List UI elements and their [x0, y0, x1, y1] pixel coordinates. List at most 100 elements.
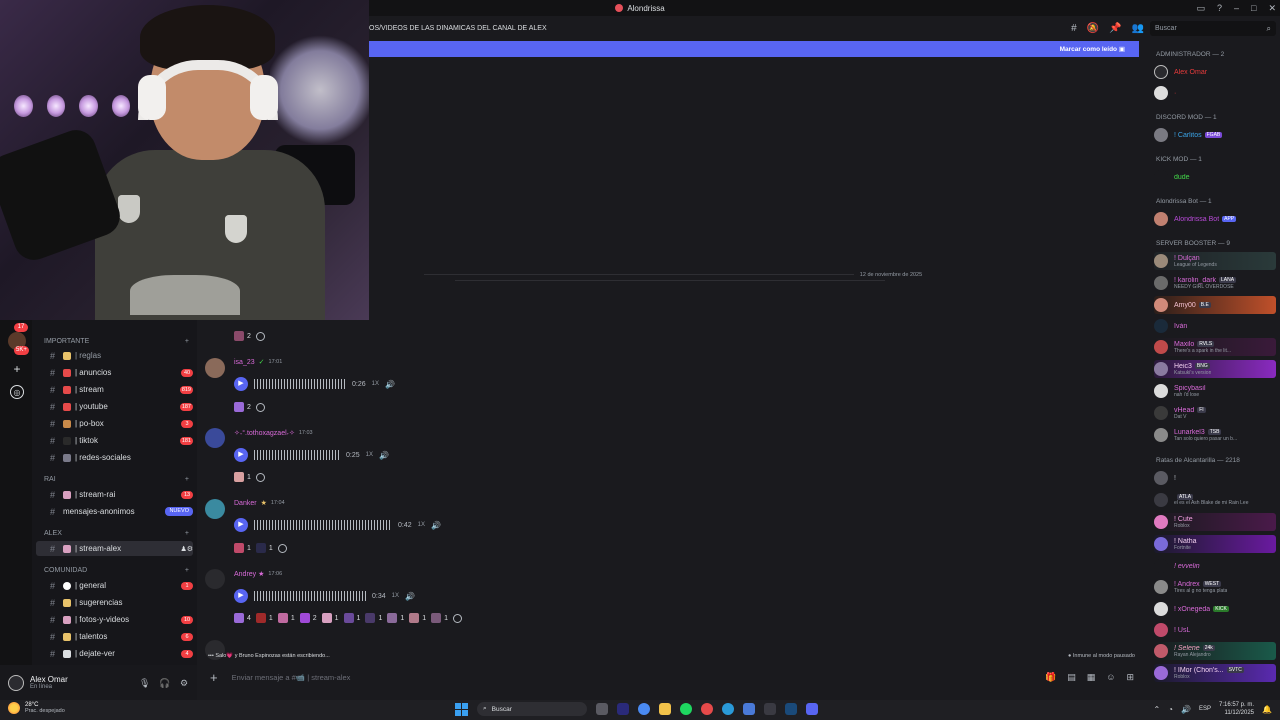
reaction[interactable]: 2 [299, 613, 317, 623]
reaction[interactable]: 1 [255, 613, 273, 623]
new-messages-banner[interactable]: Marcar como leído ▣ [369, 41, 1139, 57]
channel-talentos[interactable]: # | talentos 6 [36, 629, 193, 644]
author-name[interactable]: Danker [234, 500, 257, 507]
member-item[interactable]: ! Cute Roblox [1154, 513, 1276, 531]
add-server-icon[interactable]: + [10, 362, 24, 376]
invite-icon[interactable]: ♟⚙ [180, 545, 193, 553]
channel-sugerencias[interactable]: # | sugerencias [36, 595, 193, 610]
weather-widget[interactable]: 28°C Prac. despejado [8, 702, 65, 714]
play-icon[interactable]: ▶ [234, 377, 248, 391]
minimize-button[interactable]: – [1234, 3, 1239, 13]
notifications-icon[interactable]: 🔕 [1087, 23, 1099, 34]
member-item[interactable]: Spicybasil nah i'd lose [1154, 382, 1276, 400]
reaction[interactable]: 1 [343, 613, 360, 623]
chevron-up-icon[interactable]: ⌃ [1153, 705, 1160, 714]
add-reaction-icon[interactable] [255, 402, 265, 412]
upload-icon[interactable]: + [210, 670, 218, 685]
channel-po-box[interactable]: # | po-box 3 [36, 416, 193, 431]
channel-dejate-ver[interactable]: # | dejate-ver 4 [36, 646, 193, 661]
avatar[interactable] [8, 674, 24, 691]
member-item[interactable]: Amy00 B.E [1154, 296, 1276, 314]
discover-icon[interactable]: ◎ [10, 385, 24, 399]
member-item[interactable]: ! UsL [1154, 621, 1276, 639]
spotify-icon[interactable] [680, 703, 692, 715]
discord-icon[interactable] [806, 703, 818, 715]
member-item[interactable]: · [1154, 84, 1276, 102]
reaction[interactable]: 1 [387, 613, 404, 623]
member-item[interactable]: Lunarkel3 TSB Tan solo quiero pasar un b..… [1154, 426, 1276, 444]
speed-button[interactable]: 1X [372, 381, 379, 387]
reaction[interactable]: 1 [234, 543, 251, 553]
reaction[interactable]: 1 [365, 613, 382, 623]
play-icon[interactable]: ▶ [234, 589, 248, 603]
channel-stream[interactable]: # | stream 819 [36, 382, 193, 397]
reaction[interactable]: 4 [234, 613, 251, 623]
reaction[interactable]: 1 [431, 613, 448, 623]
store-icon[interactable] [743, 703, 755, 715]
reaction[interactable]: 1 [234, 472, 251, 482]
member-item[interactable]: Heic3 BNG Katsuki's version [1154, 360, 1276, 378]
search-input[interactable] [1155, 25, 1267, 32]
avatar[interactable] [205, 499, 225, 519]
taskbar-search[interactable]: ⌕ Buscar [477, 702, 587, 716]
reaction[interactable]: 2 [234, 402, 251, 412]
add-reaction-icon[interactable] [277, 543, 287, 553]
premiere-icon[interactable] [617, 703, 629, 715]
members-icon[interactable]: 👥 [1132, 23, 1144, 34]
member-item[interactable]: ! Carlitos FGAB [1154, 126, 1276, 144]
maximize-button[interactable]: □ [1251, 3, 1256, 13]
reaction[interactable]: 1 [321, 613, 339, 623]
headphones-icon[interactable]: 🎧 [159, 678, 170, 688]
add-reaction-icon[interactable] [255, 472, 265, 482]
member-item[interactable]: ! karolin_dark LANA NEEDY GIRL OVERDOSE [1154, 274, 1276, 292]
steam-icon[interactable] [785, 703, 797, 715]
avatar[interactable] [205, 428, 225, 448]
channel-stream-rai[interactable]: # | stream-rai 13 [36, 487, 193, 502]
volume-icon[interactable]: 🔊 [379, 451, 389, 460]
member-item[interactable]: dude [1154, 168, 1276, 186]
member-item[interactable]: ! Selene 24k Rayan Alejandro [1154, 642, 1276, 660]
task-view-icon[interactable] [596, 703, 608, 715]
waveform[interactable] [254, 591, 366, 601]
add-reaction-icon[interactable] [453, 613, 463, 623]
member-item[interactable]: vHead FI Dat V [1154, 404, 1276, 422]
channel-stream-alex[interactable]: # | stream-alex ♟⚙ [36, 541, 193, 556]
channel-anuncios[interactable]: # | anuncios 40 [36, 365, 193, 380]
reaction[interactable]: 1 [277, 613, 295, 623]
category-importante[interactable]: IMPORTANTE + [44, 338, 189, 345]
channel-youtube[interactable]: # | youtube 187 [36, 399, 193, 414]
member-item[interactable]: ! xOnegeda KICK [1154, 600, 1276, 618]
speed-button[interactable]: 1X [418, 522, 425, 528]
category-alex[interactable]: ALEX + [44, 530, 189, 537]
channel-tiktok[interactable]: # | tiktok 181 [36, 433, 193, 448]
clock[interactable]: 7:16:57 p. m. 11/12/2025 [1219, 701, 1254, 717]
member-item[interactable]: ! Natha Fortnite [1154, 535, 1276, 553]
member-item[interactable]: Alondrissa Bot APP [1154, 210, 1276, 228]
apps-icon[interactable]: ⊞ [1126, 672, 1134, 683]
chrome-icon[interactable] [638, 703, 650, 715]
author-name[interactable]: ✧˖°.tothoxagzael˖✧ [234, 429, 295, 437]
member-item[interactable]: ATLA el es el Ash Blake de mi Rain Lee [1154, 491, 1276, 509]
waveform[interactable] [254, 450, 340, 460]
avatar[interactable] [205, 569, 225, 589]
avatar[interactable] [205, 358, 225, 378]
inbox-icon[interactable]: ▭ [1196, 3, 1205, 14]
channel-general[interactable]: # | general 1 [36, 578, 193, 593]
add-reaction-icon[interactable] [255, 331, 265, 341]
speed-button[interactable]: 1X [366, 452, 373, 458]
reaction[interactable]: 2 [234, 331, 251, 341]
category-comunidad[interactable]: COMUNIDAD + [44, 567, 189, 574]
wifi-icon[interactable]: ◔ [1168, 705, 1173, 714]
waveform[interactable] [254, 520, 392, 530]
sticker-icon[interactable]: ▦ [1087, 672, 1096, 683]
member-item[interactable]: ! evvelin [1154, 557, 1276, 575]
message-input[interactable] [231, 672, 1045, 682]
terminal-icon[interactable] [764, 703, 776, 715]
waveform[interactable] [254, 379, 346, 389]
channel-reglas[interactable]: # | reglas [36, 348, 193, 363]
category-rai[interactable]: RAI + [44, 476, 189, 483]
volume-icon[interactable]: 🔊 [1181, 705, 1191, 714]
member-item[interactable]: Iván [1154, 317, 1276, 335]
close-button[interactable]: ✕ [1268, 3, 1276, 14]
play-icon[interactable]: ▶ [234, 518, 248, 532]
